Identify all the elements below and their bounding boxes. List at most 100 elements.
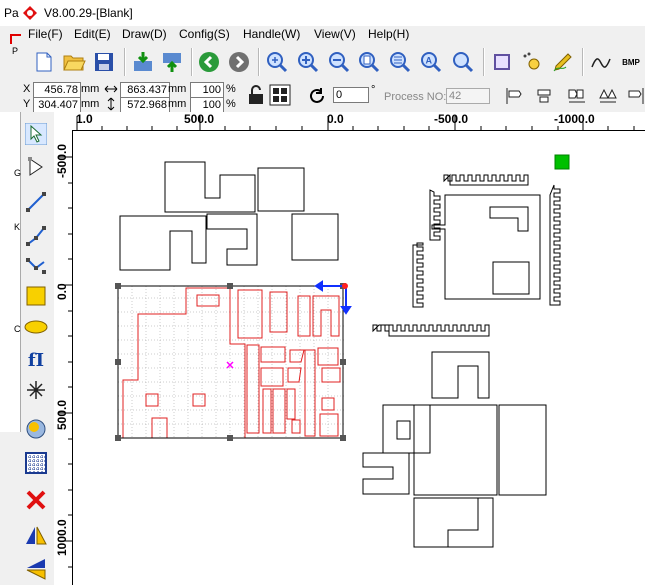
ruler-v-label-wrap: 1000.0 [55, 508, 69, 558]
export-icon[interactable] [159, 49, 185, 75]
import-icon[interactable] [130, 49, 156, 75]
zoom-out-icon[interactable] [326, 49, 352, 75]
save-icon[interactable] [91, 49, 117, 75]
menu-edit[interactable]: Edit(E) [74, 27, 111, 41]
menu-handle[interactable]: Handle(W) [243, 27, 300, 41]
ruler-v-label: -500.0 [55, 143, 69, 178]
align-left-icon[interactable] [505, 86, 523, 106]
align-right-icon[interactable] [627, 86, 645, 106]
menu-view[interactable]: View(V) [314, 27, 356, 41]
curve-icon[interactable] [588, 49, 614, 75]
ruler-h-label: 1.0 [76, 112, 93, 126]
snowflake-icon[interactable] [22, 376, 50, 404]
text-tool-icon[interactable]: fI [22, 346, 50, 374]
property-toolbar: X 456.78 mm Y 304.407 mm 863.437 mm 572.… [0, 80, 645, 113]
selected-part [317, 347, 339, 366]
back-icon[interactable] [196, 49, 222, 75]
ruler-v-label: 500.0 [55, 399, 69, 430]
part-outline [413, 497, 494, 548]
selection-handle [340, 435, 346, 441]
grid-icon[interactable] [22, 449, 50, 477]
y-input[interactable]: 304.407 [33, 97, 81, 113]
part-outline [206, 213, 258, 266]
ellipse-icon[interactable] [22, 313, 50, 341]
open-folder-icon[interactable] [61, 49, 87, 75]
selection-handle [115, 359, 121, 365]
rotate-icon [310, 88, 324, 103]
selection-handle [115, 283, 121, 289]
menu-file[interactable]: File(F) [28, 27, 63, 41]
height-scale-input[interactable]: 100 [190, 97, 224, 113]
part-outline [382, 404, 431, 454]
zoom-in-icon[interactable] [295, 49, 321, 75]
selected-part [196, 294, 220, 307]
mirror-horizontal-icon[interactable] [22, 522, 50, 550]
mirror-align-icon[interactable] [567, 86, 587, 106]
new-file-icon[interactable] [31, 49, 57, 75]
forward-icon[interactable] [226, 49, 252, 75]
zoom-auto-icon[interactable]: A [418, 49, 444, 75]
selected-part [319, 413, 339, 437]
width-input[interactable]: 863.437 [120, 82, 170, 98]
part-outline [431, 351, 490, 399]
title-bar: Pa V8.00.29-[Blank] [0, 0, 645, 26]
selection-handle [115, 435, 121, 441]
x-unit: mm [81, 83, 100, 95]
align-grid-icon[interactable] [269, 84, 291, 106]
height-input[interactable]: 572.968 [120, 97, 170, 113]
drawing-canvas[interactable] [73, 131, 645, 585]
menu-draw[interactable]: Draw(D) [122, 27, 167, 41]
comb-strip [372, 324, 490, 337]
selected-part [269, 291, 288, 333]
selection-handle [227, 435, 233, 441]
zoom-fit-icon[interactable] [264, 49, 290, 75]
part-outline [291, 213, 339, 261]
rectangle-icon[interactable] [22, 282, 50, 310]
x-input[interactable]: 456.78 [33, 82, 81, 98]
frame-icon[interactable] [489, 49, 515, 75]
node-edit-icon[interactable] [22, 153, 50, 181]
title-prefix: Pa [4, 6, 19, 20]
sub-letter-g: G [14, 168, 22, 178]
main-toolbar: A BMP [0, 44, 645, 80]
line-icon[interactable] [22, 188, 50, 216]
zoom-page-icon[interactable] [356, 49, 382, 75]
part-outline [164, 161, 256, 213]
align-center-icon[interactable] [535, 86, 553, 106]
lock-icon[interactable] [247, 85, 265, 105]
rotation-unit: ° [371, 84, 376, 96]
ruler-h-label: 500.0 [184, 112, 215, 126]
polyline-icon[interactable] [22, 222, 50, 250]
bmp-label: BMP [622, 57, 640, 67]
selected-part [272, 388, 286, 434]
ruler-v-label: 1000.0 [55, 519, 69, 556]
height-unit: mm [168, 98, 187, 110]
part-outline [413, 404, 498, 496]
selected-part [304, 349, 316, 437]
menu-help[interactable]: Help(H) [368, 27, 409, 41]
mirror-vertical-icon[interactable] [22, 555, 50, 583]
bmp-icon[interactable]: BMP [618, 49, 644, 75]
delete-icon[interactable] [22, 486, 50, 514]
node-icon[interactable] [519, 49, 545, 75]
rotation-input[interactable]: 0 [333, 87, 369, 103]
zoom-select-icon[interactable] [387, 49, 413, 75]
zoom-search-icon[interactable] [450, 49, 476, 75]
sub-letter-c: C [14, 324, 21, 334]
part-outline [447, 498, 479, 547]
part-outline [119, 215, 207, 271]
ruler-v-label: 0.0 [55, 283, 69, 300]
selected-part [321, 367, 341, 383]
ruler-v-label-wrap: 0.0 [55, 280, 69, 310]
process-label: Process NO: [384, 91, 447, 103]
vertical-ruler[interactable]: -500.0 0.0 500.0 1000.0 [54, 130, 73, 585]
pen-icon[interactable] [550, 49, 576, 75]
horizontal-ruler[interactable]: 1.0 500.0 0.0 -500.0 -1000.0 [72, 112, 645, 131]
array-icon[interactable] [22, 415, 50, 443]
process-input: 42 [446, 88, 490, 104]
select-arrow-icon[interactable] [22, 120, 50, 148]
curve-tool-icon[interactable] [22, 252, 50, 280]
width-scale-input[interactable]: 100 [190, 82, 224, 98]
menu-config[interactable]: Config(S) [179, 27, 230, 41]
distribute-icon[interactable] [598, 86, 618, 106]
